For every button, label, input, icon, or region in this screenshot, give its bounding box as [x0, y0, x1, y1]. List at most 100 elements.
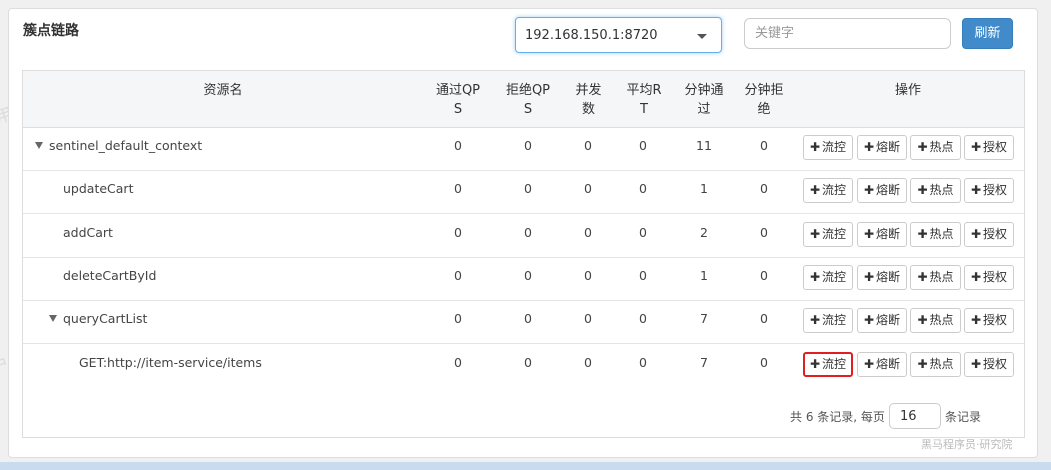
hotspot-button[interactable]: ✚ 热点 — [910, 135, 961, 160]
keyword-search-input[interactable] — [744, 18, 951, 49]
col-avg-rt-line1: 平均R — [626, 83, 662, 98]
tree-collapse-icon[interactable] — [49, 315, 57, 322]
action-label: 热点 — [929, 357, 954, 371]
authority-button[interactable]: ✚ 授权 — [964, 308, 1014, 333]
hotspot-button[interactable]: ✚ 热点 — [910, 265, 961, 290]
resource-name-cell: queryCartList — [49, 311, 147, 326]
degrade-button[interactable]: ✚ 熔断 — [857, 222, 907, 247]
plus-icon: ✚ — [970, 270, 982, 284]
block-qps-cell: 0 — [524, 225, 532, 240]
col-pass-qps-line1: 通过QP — [435, 83, 481, 98]
plus-icon: ✚ — [917, 270, 928, 284]
action-label: 热点 — [929, 270, 954, 284]
resource-table: 资源名 通过QP S 拒绝QP S 并发 数 平均R T 分钟通 过 分钟拒 绝… — [22, 70, 1025, 438]
min-pass-cell: 1 — [700, 181, 708, 196]
table-row: updateCart 0 0 0 0 1 0 ✚ 流控 ✚ 熔断 ✚ 热点 ✚ 授权 — [23, 170, 1024, 214]
action-label: 热点 — [929, 140, 954, 154]
col-minute-pass-line2: 过 — [697, 102, 711, 117]
min-pass-cell: 2 — [700, 225, 708, 240]
action-label: 热点 — [929, 313, 954, 327]
avg-rt-cell: 0 — [639, 181, 647, 196]
table-row: GET:http://item-service/items 0 0 0 0 7 0 ✚ 流控 ✚ 熔… — [23, 344, 1024, 387]
resource-name-cell: deleteCartById — [63, 268, 156, 283]
plus-icon: ✚ — [863, 227, 875, 241]
col-avg-rt: 平均R T — [619, 81, 669, 119]
flow-control-button[interactable]: ✚ 流控 — [803, 308, 853, 333]
action-label: 授权 — [983, 357, 1008, 371]
plus-icon: ✚ — [917, 140, 928, 154]
flow-control-button[interactable]: ✚ 流控 — [803, 352, 853, 377]
hotspot-button[interactable]: ✚ 热点 — [910, 352, 961, 377]
table-header: 资源名 通过QP S 拒绝QP S 并发 数 平均R T 分钟通 过 分钟拒 绝… — [23, 71, 1024, 128]
avg-rt-cell: 0 — [639, 138, 647, 153]
plus-icon: ✚ — [809, 270, 821, 284]
tree-collapse-icon[interactable] — [35, 142, 43, 149]
action-label: 授权 — [983, 140, 1008, 154]
pass-qps-cell: 0 — [454, 311, 462, 326]
action-label: 熔断 — [876, 313, 901, 327]
col-minute-block-line1: 分钟拒 — [744, 83, 784, 98]
authority-button[interactable]: ✚ 授权 — [964, 135, 1014, 160]
action-label: 流控 — [822, 313, 847, 327]
hotspot-button[interactable]: ✚ 热点 — [910, 222, 961, 247]
credit-text: 黑马程序员·研究院 — [921, 438, 1013, 451]
flow-control-button[interactable]: ✚ 流控 — [803, 135, 853, 160]
col-pass-qps-line2: S — [453, 102, 463, 117]
machine-select[interactable]: 192.168.150.1:8720 — [515, 17, 722, 53]
degrade-button[interactable]: ✚ 熔断 — [857, 352, 907, 377]
concurrency-cell: 0 — [584, 225, 592, 240]
total-records-text: 共 6 条记录, 每页 — [790, 410, 885, 424]
hotspot-button[interactable]: ✚ 热点 — [910, 308, 961, 333]
authority-button[interactable]: ✚ 授权 — [964, 178, 1014, 203]
concurrency-cell: 0 — [584, 181, 592, 196]
plus-icon: ✚ — [970, 140, 982, 154]
plus-icon: ✚ — [970, 313, 982, 327]
degrade-button[interactable]: ✚ 熔断 — [857, 135, 907, 160]
authority-button[interactable]: ✚ 授权 — [964, 265, 1014, 290]
plus-icon: ✚ — [917, 313, 928, 327]
action-label: 授权 — [983, 313, 1008, 327]
col-block-qps: 拒绝QP S — [498, 81, 558, 119]
resource-name: deleteCartById — [63, 268, 157, 283]
action-label: 热点 — [929, 183, 954, 197]
action-label: 流控 — [822, 227, 847, 241]
min-pass-cell: 7 — [700, 355, 708, 370]
refresh-button[interactable]: 刷新 — [962, 18, 1013, 49]
block-qps-cell: 0 — [524, 181, 532, 196]
action-label: 熔断 — [876, 140, 901, 154]
resource-name-cell: GET:http://item-service/items — [79, 355, 262, 370]
block-qps-cell: 0 — [524, 138, 532, 153]
authority-button[interactable]: ✚ 授权 — [964, 352, 1014, 377]
records-suffix-text: 条记录 — [945, 410, 982, 424]
page-size-input[interactable] — [889, 403, 941, 429]
hotspot-button[interactable]: ✚ 热点 — [910, 178, 961, 203]
action-label: 授权 — [983, 183, 1008, 197]
col-resource-name: 资源名 — [203, 83, 243, 98]
resource-name: updateCart — [63, 181, 134, 196]
min-pass-cell: 11 — [696, 138, 712, 153]
col-block-qps-line2: S — [523, 102, 533, 117]
degrade-button[interactable]: ✚ 熔断 — [857, 308, 907, 333]
authority-button[interactable]: ✚ 授权 — [964, 222, 1014, 247]
min-block-cell: 0 — [760, 355, 768, 370]
avg-rt-cell: 0 — [639, 311, 647, 326]
flow-control-button[interactable]: ✚ 流控 — [803, 222, 853, 247]
block-qps-cell: 0 — [524, 311, 532, 326]
action-label: 熔断 — [876, 357, 901, 371]
action-label: 授权 — [983, 227, 1008, 241]
resource-name: queryCartList — [63, 311, 148, 326]
action-label: 热点 — [929, 227, 954, 241]
degrade-button[interactable]: ✚ 熔断 — [857, 265, 907, 290]
concurrency-cell: 0 — [584, 138, 592, 153]
min-block-cell: 0 — [760, 268, 768, 283]
degrade-button[interactable]: ✚ 熔断 — [857, 178, 907, 203]
block-qps-cell: 0 — [524, 268, 532, 283]
plus-icon: ✚ — [970, 183, 982, 197]
flow-control-button[interactable]: ✚ 流控 — [803, 178, 853, 203]
concurrency-cell: 0 — [584, 268, 592, 283]
plus-icon: ✚ — [809, 357, 821, 371]
plus-icon: ✚ — [917, 357, 928, 371]
flow-control-button[interactable]: ✚ 流控 — [803, 265, 853, 290]
pass-qps-cell: 0 — [454, 225, 462, 240]
plus-icon: ✚ — [809, 183, 821, 197]
